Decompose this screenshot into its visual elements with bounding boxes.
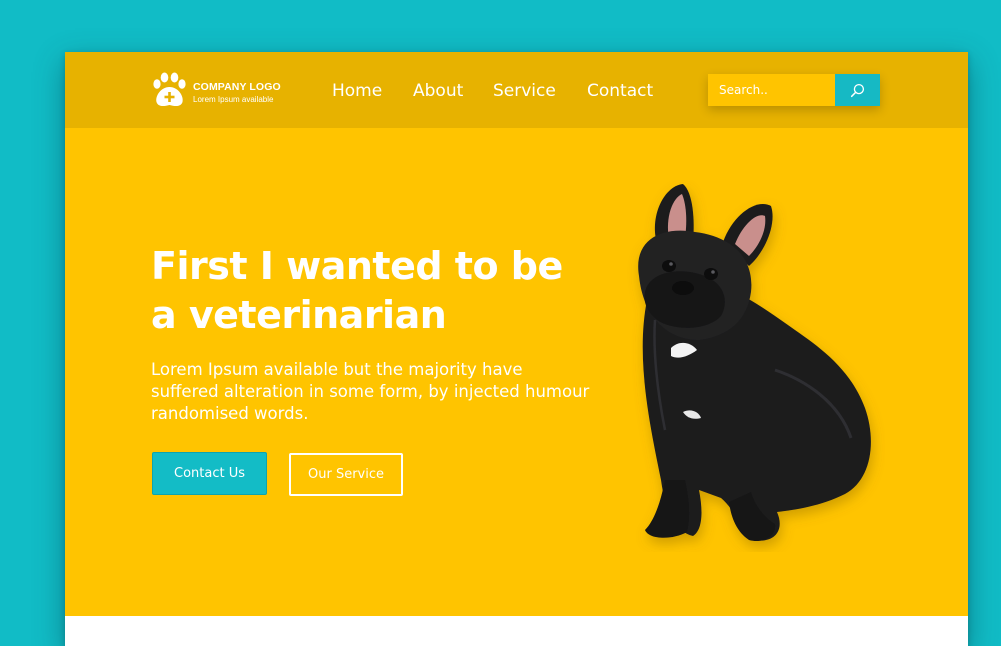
our-service-button[interactable]: Our Service [289, 453, 403, 496]
hero-description: Lorem Ipsum available but the majority h… [151, 360, 590, 423]
french-bulldog-image [638, 184, 871, 542]
hero-headline-line2: a veterinarian [151, 293, 447, 337]
logo-title: COMPANY LOGO [193, 81, 281, 93]
search-button[interactable] [835, 74, 880, 106]
search-input[interactable] [708, 74, 835, 106]
nav-home[interactable]: Home [332, 80, 382, 102]
hero-headline-line1: First I wanted to be [151, 244, 563, 288]
hero-headline: First I wanted to be a veterinarian [151, 242, 621, 340]
company-logo[interactable]: COMPANY LOGO Lorem Ipsum available [151, 71, 291, 111]
contact-us-button[interactable]: Contact Us [152, 452, 267, 495]
website-mockup: COMPANY LOGO Lorem Ipsum available Home … [65, 52, 968, 646]
search-box [708, 74, 880, 106]
navbar: COMPANY LOGO Lorem Ipsum available Home … [65, 52, 968, 128]
search-icon [850, 83, 865, 97]
nav-service[interactable]: Service [493, 80, 556, 102]
next-section-strip [65, 616, 968, 646]
nav-about[interactable]: About [413, 80, 463, 102]
paw-plus-icon [153, 72, 186, 107]
nav-contact[interactable]: Contact [587, 80, 653, 102]
logo-tagline: Lorem Ipsum available [193, 95, 274, 104]
